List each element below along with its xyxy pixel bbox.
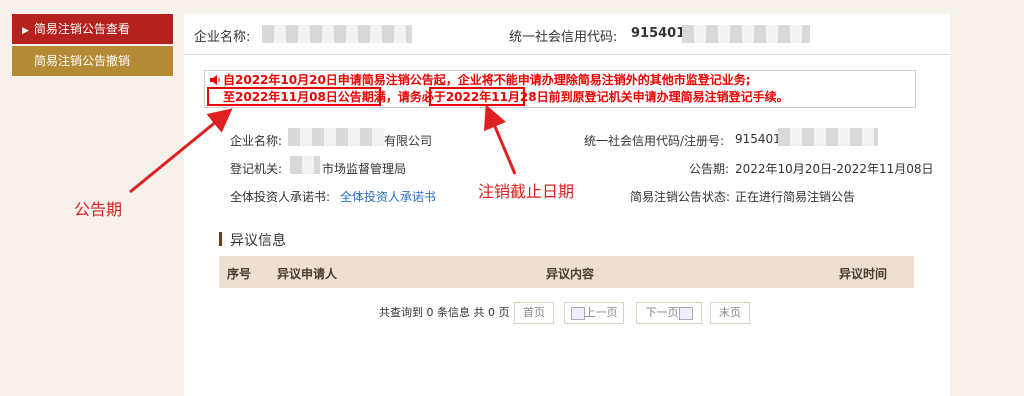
info-period-label: 公告期: <box>689 162 730 176</box>
annotation-period-label: 公告期 <box>74 200 123 219</box>
sidebar-item-label: 简易注销公告撤销 <box>34 54 131 68</box>
deadline-highlight-box <box>429 87 525 106</box>
column-header-content: 异议内容 <box>546 267 595 281</box>
broken-image-icon <box>678 306 693 320</box>
annotation-deadline-label: 注销截止日期 <box>478 182 575 201</box>
column-header-applicant: 异议申请人 <box>277 267 338 281</box>
main-panel: 企业名称: 统一社会信用代码: 915401 自2022年10月20日申请简易注… <box>184 14 950 396</box>
objection-table-header: 序号 异议申请人 异议内容 异议时间 <box>219 256 914 288</box>
company-name-label: 企业名称: <box>194 30 251 45</box>
column-header-index: 序号 <box>227 267 252 281</box>
info-credit-prefix: 915401 <box>735 132 781 146</box>
next-page-label: 下一页 <box>645 306 679 319</box>
info-promise-label: 全体投资人承诺书: <box>230 190 331 204</box>
next-page-button[interactable]: 下一页 <box>636 302 702 324</box>
redacted-company-name <box>262 25 412 43</box>
last-page-button[interactable]: 末页 <box>710 302 750 324</box>
speaker-icon <box>210 75 220 85</box>
sidebar: ▶ 简易注销公告查看 简易注销公告撤销 <box>12 14 173 76</box>
pager-summary: 共查询到 0 条信息 共 0 页 <box>379 306 510 319</box>
credit-code-value: 915401 <box>631 26 686 41</box>
info-status-value: 正在进行简易注销公告 <box>735 190 856 204</box>
header-bar: 企业名称: 统一社会信用代码: 915401 <box>184 14 950 55</box>
period-end-highlight-box <box>207 87 381 106</box>
broken-image-icon <box>570 306 585 320</box>
info-authority-label: 登记机关: <box>230 162 283 176</box>
prev-page-button[interactable]: 上一页 <box>564 302 624 324</box>
sidebar-item-notice-view[interactable]: ▶ 简易注销公告查看 <box>12 14 173 44</box>
info-status-label: 简易注销公告状态: <box>630 190 731 204</box>
promise-letter-link[interactable]: 全体投资人承诺书 <box>340 188 436 205</box>
first-page-button[interactable]: 首页 <box>514 302 554 324</box>
redacted-credit-code <box>682 25 810 43</box>
notice-text-tail: 前到原登记机关申请办理简易注销登记手续。 <box>548 90 789 104</box>
redacted-authority <box>290 156 320 174</box>
info-company-label: 企业名称: <box>230 134 283 148</box>
info-period-value: 2022年10月20日-2022年11月08日 <box>735 162 934 176</box>
credit-code-label: 统一社会信用代码: <box>509 30 618 45</box>
sidebar-item-label: 简易注销公告查看 <box>33 22 130 36</box>
section-marker <box>219 232 222 246</box>
triangle-right-icon: ▶ <box>22 26 29 36</box>
prev-page-label: 上一页 <box>584 306 618 319</box>
info-authority-suffix: 市场监督管理局 <box>322 162 407 176</box>
redacted-credit-code <box>778 128 878 146</box>
column-header-time: 异议时间 <box>839 267 888 281</box>
info-credit-label: 统一社会信用代码/注册号: <box>584 134 725 148</box>
redacted-company-name <box>288 128 384 146</box>
info-company-suffix: 有限公司 <box>384 134 433 148</box>
sidebar-item-notice-revoke[interactable]: 简易注销公告撤销 <box>12 46 173 76</box>
objection-section-title: 异议信息 <box>230 233 286 249</box>
